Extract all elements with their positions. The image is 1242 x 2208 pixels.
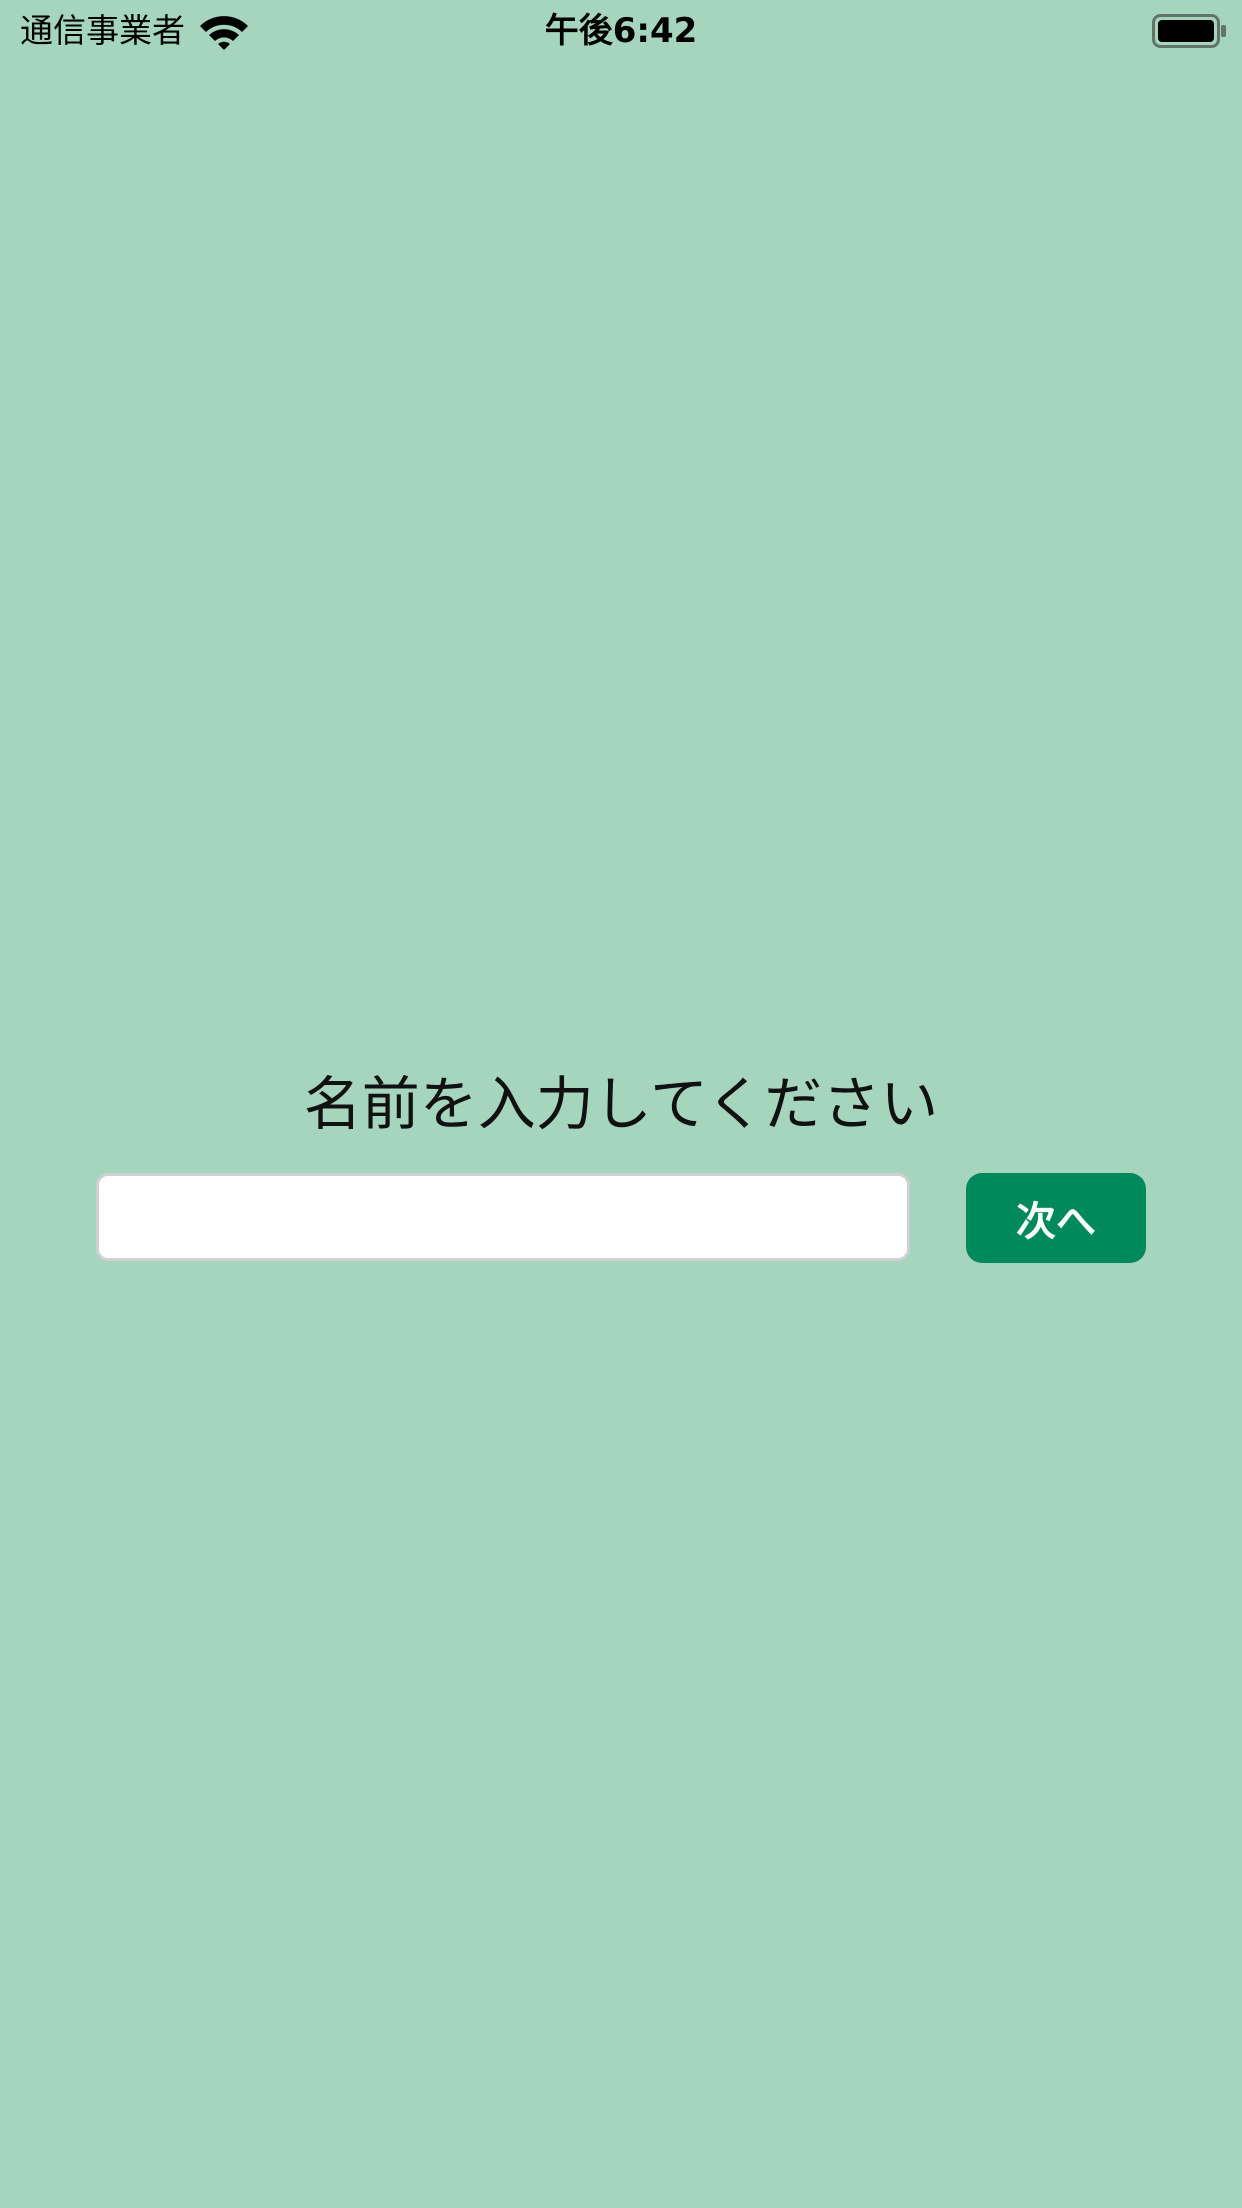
next-button[interactable]: 次へ [966,1173,1146,1263]
battery-full-icon [1152,14,1226,48]
status-bar: 通信事業者 午後6:42 [0,0,1242,60]
status-time: 午後6:42 [544,11,698,51]
name-prompt: 名前を入力してください [303,1070,939,1138]
name-input[interactable] [96,1173,910,1261]
